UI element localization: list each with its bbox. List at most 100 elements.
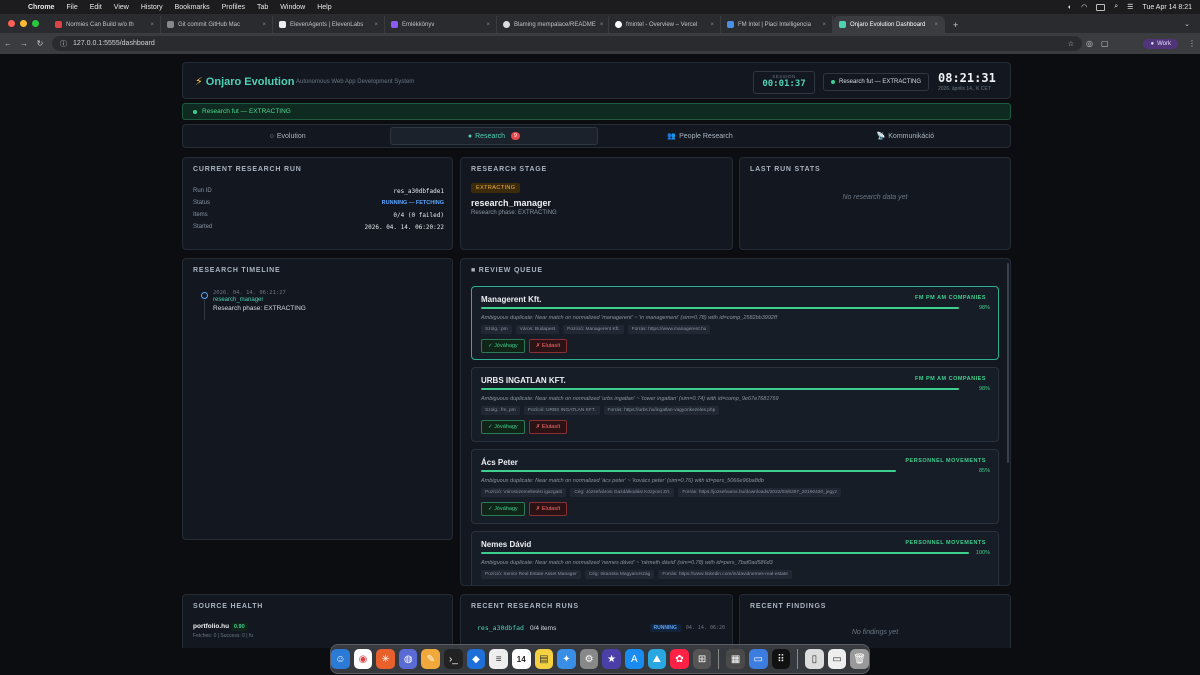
browser-tab[interactable]: FM Intel | Piaci Intelligencia ×: [721, 16, 833, 33]
queue-scrollbar[interactable]: [1007, 263, 1009, 463]
status-icon[interactable]: ◐: [1068, 4, 1072, 11]
menu-tab[interactable]: Tab: [251, 4, 274, 11]
back-icon[interactable]: ←: [0, 39, 16, 48]
close-tab-icon[interactable]: ×: [262, 22, 266, 28]
close-tab-icon[interactable]: ×: [822, 22, 826, 28]
tab-evolution[interactable]: ○ Evolution: [185, 127, 390, 145]
tab-label: Evolution: [276, 132, 306, 140]
menubar-clock[interactable]: Tue Apr 14 8:21: [1142, 4, 1192, 11]
close-tab-icon[interactable]: ×: [150, 22, 154, 28]
stickies-icon[interactable]: ▤: [534, 649, 554, 669]
reject-button[interactable]: ✗ Elutasít: [528, 339, 568, 353]
browser-tab[interactable]: ElevenAgents | ElevenLabs ×: [273, 16, 385, 33]
calendar-icon[interactable]: 14: [511, 649, 531, 669]
close-tab-icon[interactable]: ×: [710, 22, 714, 28]
site-info-icon[interactable]: ⓘ: [60, 39, 67, 49]
chrome-icon[interactable]: ◉: [353, 649, 373, 669]
menu-help[interactable]: Help: [311, 4, 337, 11]
photos-icon[interactable]: ✿: [670, 649, 689, 669]
safari-icon[interactable]: ✦: [557, 649, 576, 669]
close-tab-icon[interactable]: ×: [374, 22, 378, 28]
wifi-icon[interactable]: ◠: [1081, 3, 1087, 11]
url-text[interactable]: 127.0.0.1:5555/dashboard: [73, 40, 155, 47]
approve-button[interactable]: ✓ Jóváhagy: [481, 339, 525, 353]
run-row[interactable]: res_a30dbfad 0/4 items RUNNING 04. 14. 0…: [477, 624, 725, 632]
row-value: 0/4 (0 failed): [393, 212, 444, 219]
forward-icon[interactable]: →: [16, 39, 32, 48]
address-bar[interactable]: ⓘ 127.0.0.1:5555/dashboard ☆: [52, 36, 1082, 51]
document-icon[interactable]: ▯: [805, 649, 824, 669]
search-icon[interactable]: ⌕: [1114, 3, 1118, 11]
menu-bookmarks[interactable]: Bookmarks: [169, 4, 216, 11]
menu-file[interactable]: File: [60, 4, 83, 11]
more-menu-icon[interactable]: ⋮: [1188, 39, 1196, 48]
review-item[interactable]: Managerent Kft. FM PM AM COMPANIES 98% A…: [471, 286, 999, 360]
close-tab-icon[interactable]: ×: [600, 22, 604, 28]
reject-button[interactable]: ✗ Elutasít: [528, 420, 568, 434]
imovie-icon[interactable]: ★: [602, 649, 621, 669]
approve-button[interactable]: ✓ Jóváhagy: [481, 420, 525, 434]
close-tab-icon[interactable]: ×: [486, 22, 490, 28]
approve-button[interactable]: ✓ Jóváhagy: [481, 502, 525, 516]
app-store-icon[interactable]: A: [624, 649, 644, 669]
claude-icon[interactable]: ✳: [376, 649, 395, 669]
app-icon[interactable]: ◍: [398, 649, 418, 669]
tab-title: Blaming mempalace/README: [514, 21, 596, 28]
profile-button[interactable]: ● Work: [1143, 38, 1178, 49]
browser-tab[interactable]: Normies Can Build w/o th ×: [49, 16, 161, 33]
browser-tab[interactable]: fmintel - Overview – Vercel ×: [609, 16, 721, 33]
maps-icon[interactable]: ⛰: [647, 649, 667, 669]
app-icon[interactable]: ▦: [726, 649, 745, 669]
menu-history[interactable]: History: [135, 4, 169, 11]
tab-search-icon[interactable]: ⌄: [1174, 20, 1200, 33]
menu-profiles[interactable]: Profiles: [216, 4, 251, 11]
new-tab-button[interactable]: +: [945, 20, 966, 33]
item-chips: Pozíció: Senior Real Estate Asset Manage…: [481, 570, 792, 579]
menu-app[interactable]: Chrome: [22, 4, 60, 11]
app-logo[interactable]: ⚡ Onjaro Evolution: [195, 75, 294, 88]
app-icon[interactable]: ▭: [748, 649, 768, 669]
review-item[interactable]: Ács Peter PERSONNEL MOVEMENTS 85% Ambigu…: [471, 449, 999, 524]
battery-icon[interactable]: [1096, 3, 1106, 11]
browser-tab[interactable]: Blaming mempalace/README ×: [497, 16, 609, 33]
chip[interactable]: Forrás: https://www.managerent.hu: [627, 325, 711, 334]
window-icon[interactable]: ▭: [827, 649, 847, 669]
close-window-button[interactable]: [8, 20, 15, 27]
research-timeline-panel: RESEARCH TIMELINE 2026. 04. 14. 06:21:27…: [182, 258, 453, 540]
review-item[interactable]: URBS INGATLAN KFT. FM PM AM COMPANIES 98…: [471, 367, 999, 442]
app-icon[interactable]: ⠿: [771, 649, 791, 669]
control-center-icon[interactable]: ☰: [1127, 3, 1133, 11]
bookmark-star-icon[interactable]: ☆: [1068, 40, 1074, 48]
launchpad-icon[interactable]: ⊞: [692, 649, 712, 669]
dot-icon: ●: [467, 132, 473, 140]
review-item[interactable]: Nemes Dávid PERSONNEL MOVEMENTS 100% Amb…: [471, 531, 999, 585]
reload-icon[interactable]: ↻: [32, 39, 48, 48]
vscode-icon[interactable]: ◆: [466, 649, 486, 669]
close-tab-icon[interactable]: ×: [934, 22, 938, 28]
settings-icon[interactable]: ⚙: [579, 649, 599, 669]
browser-tab-active[interactable]: Onjaro Evolution Dashboard ×: [833, 16, 945, 33]
chip: Szolg.: fm, pm: [481, 406, 520, 415]
extension-icon[interactable]: ◎: [1086, 39, 1093, 48]
menu-view[interactable]: View: [108, 4, 135, 11]
chip[interactable]: Forrás: https://www.linkedin.com/in/davi…: [658, 570, 792, 579]
tab-research[interactable]: ● Research 9: [390, 127, 598, 145]
tab-people-research[interactable]: 👥 People Research: [598, 127, 803, 145]
sidebar-icon[interactable]: ▢: [1101, 39, 1109, 48]
trash-icon[interactable]: 🗑: [850, 649, 869, 669]
chip[interactable]: Forrás: https://jozsefvaros.hu/downloads…: [678, 488, 841, 497]
browser-tab[interactable]: Git commit GitHub Mac ×: [161, 16, 273, 33]
queue-title: REVIEW QUEUE: [478, 267, 543, 274]
notes-icon[interactable]: ≡: [489, 649, 508, 669]
tab-kommunikacio[interactable]: 📡 Kommunikáció: [803, 127, 1008, 145]
menu-window[interactable]: Window: [274, 4, 311, 11]
chip[interactable]: Forrás: https://urbs.hu/ingatlan-vagyonk…: [603, 406, 720, 415]
pencil-icon[interactable]: ✎: [421, 649, 441, 669]
browser-tab[interactable]: Emlékkönyv ×: [385, 16, 497, 33]
terminal-icon[interactable]: ›_: [444, 649, 463, 669]
zoom-window-button[interactable]: [32, 20, 39, 27]
minimize-window-button[interactable]: [20, 20, 27, 27]
menu-edit[interactable]: Edit: [84, 4, 108, 11]
reject-button[interactable]: ✗ Elutasít: [528, 502, 568, 516]
finder-icon[interactable]: ☺: [331, 649, 350, 669]
